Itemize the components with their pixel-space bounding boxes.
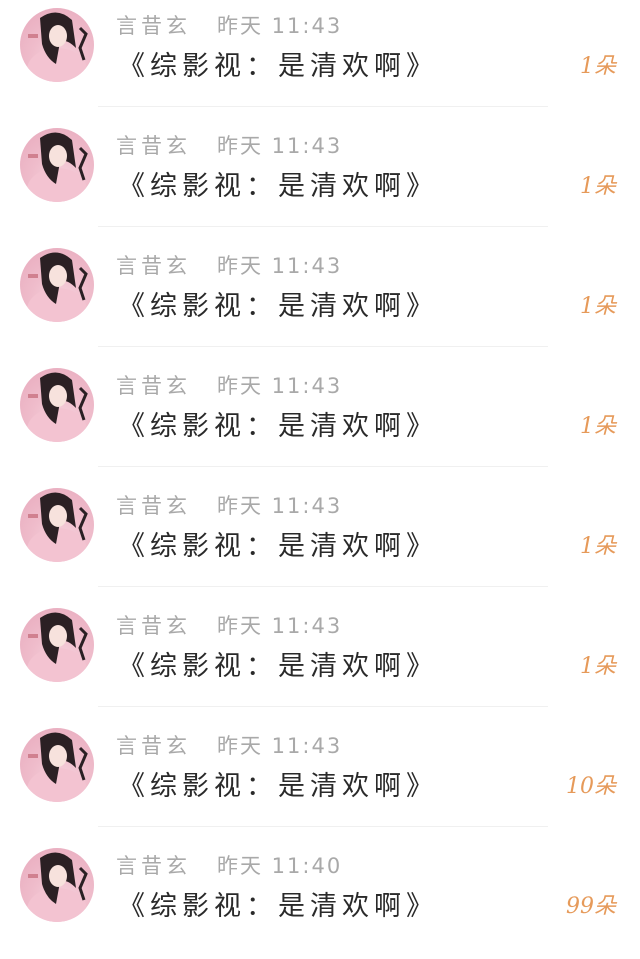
avatar[interactable] <box>20 608 94 682</box>
timestamp: 昨天 11:43 <box>217 14 343 38</box>
list-item[interactable]: 言昔玄 昨天 11:43 《综影视：是清欢啊》 1朵 <box>0 480 640 599</box>
avatar-portrait-icon <box>27 852 88 922</box>
meta-line: 言昔玄 昨天 11:43 <box>116 610 342 640</box>
timestamp: 昨天 11:43 <box>217 494 343 518</box>
avatar[interactable] <box>20 128 94 202</box>
avatar-portrait-icon <box>27 12 88 82</box>
timestamp: 昨天 11:43 <box>217 134 343 158</box>
work-title[interactable]: 《综影视：是清欢啊》 <box>118 404 438 443</box>
avatar-portrait-icon <box>27 252 88 322</box>
sender-name[interactable]: 言昔玄 <box>116 850 191 880</box>
gift-count: 1朵 <box>580 174 616 199</box>
sender-name[interactable]: 言昔玄 <box>116 490 191 520</box>
avatar[interactable] <box>20 248 94 322</box>
meta-line: 言昔玄 昨天 11:43 <box>116 130 342 160</box>
timestamp: 昨天 11:40 <box>217 854 343 878</box>
gift-count: 1朵 <box>580 294 616 319</box>
avatar-portrait-icon <box>27 732 88 802</box>
gift-count: 1朵 <box>580 654 616 679</box>
gift-count: 10朵 <box>566 774 616 799</box>
gift-count: 1朵 <box>580 414 616 439</box>
work-title[interactable]: 《综影视：是清欢啊》 <box>118 164 438 203</box>
list-item[interactable]: 言昔玄 昨天 11:43 《综影视：是清欢啊》 1朵 <box>0 240 640 359</box>
gift-count: 1朵 <box>580 534 616 559</box>
work-title[interactable]: 《综影视：是清欢啊》 <box>118 284 438 323</box>
meta-line: 言昔玄 昨天 11:43 <box>116 250 342 280</box>
divider <box>98 706 548 707</box>
timestamp: 昨天 11:43 <box>217 614 343 638</box>
sender-name[interactable]: 言昔玄 <box>116 250 191 280</box>
gift-count: 1朵 <box>580 54 616 79</box>
list-item[interactable]: 言昔玄 昨天 11:43 《综影视：是清欢啊》 1朵 <box>0 600 640 719</box>
timestamp: 昨天 11:43 <box>217 374 343 398</box>
divider <box>98 466 548 467</box>
gift-count: 99朵 <box>566 894 616 919</box>
avatar[interactable] <box>20 848 94 922</box>
sender-name[interactable]: 言昔玄 <box>116 610 191 640</box>
meta-line: 言昔玄 昨天 11:43 <box>116 730 342 760</box>
meta-line: 言昔玄 昨天 11:43 <box>116 370 342 400</box>
timestamp: 昨天 11:43 <box>217 254 343 278</box>
sender-name[interactable]: 言昔玄 <box>116 370 191 400</box>
avatar[interactable] <box>20 8 94 82</box>
avatar-portrait-icon <box>27 612 88 682</box>
meta-line: 言昔玄 昨天 11:40 <box>116 850 342 880</box>
list-item[interactable]: 言昔玄 昨天 11:43 《综影视：是清欢啊》 1朵 <box>0 360 640 479</box>
avatar[interactable] <box>20 728 94 802</box>
work-title[interactable]: 《综影视：是清欢啊》 <box>118 764 438 803</box>
divider <box>98 346 548 347</box>
work-title[interactable]: 《综影视：是清欢啊》 <box>118 884 438 923</box>
list-item[interactable]: 言昔玄 昨天 11:43 《综影视：是清欢啊》 1朵 <box>0 120 640 239</box>
list-item[interactable]: 言昔玄 昨天 11:40 《综影视：是清欢啊》 99朵 <box>0 840 640 959</box>
avatar-portrait-icon <box>27 132 88 202</box>
sender-name[interactable]: 言昔玄 <box>116 10 191 40</box>
timestamp: 昨天 11:43 <box>217 734 343 758</box>
list-item[interactable]: 言昔玄 昨天 11:43 《综影视：是清欢啊》 1朵 <box>0 0 640 119</box>
avatar-portrait-icon <box>27 372 88 442</box>
work-title[interactable]: 《综影视：是清欢啊》 <box>118 524 438 563</box>
divider <box>98 226 548 227</box>
list-item[interactable]: 言昔玄 昨天 11:43 《综影视：是清欢啊》 10朵 <box>0 720 640 839</box>
divider <box>98 826 548 827</box>
avatar[interactable] <box>20 488 94 562</box>
meta-line: 言昔玄 昨天 11:43 <box>116 490 342 520</box>
avatar-portrait-icon <box>27 492 88 562</box>
work-title[interactable]: 《综影视：是清欢啊》 <box>118 644 438 683</box>
work-title[interactable]: 《综影视：是清欢啊》 <box>118 44 438 83</box>
divider <box>98 586 548 587</box>
sender-name[interactable]: 言昔玄 <box>116 730 191 760</box>
meta-line: 言昔玄 昨天 11:43 <box>116 10 342 40</box>
avatar[interactable] <box>20 368 94 442</box>
sender-name[interactable]: 言昔玄 <box>116 130 191 160</box>
gift-list: 言昔玄 昨天 11:43 《综影视：是清欢啊》 1朵 言昔玄 昨天 11:43 … <box>0 0 640 932</box>
divider <box>98 106 548 107</box>
